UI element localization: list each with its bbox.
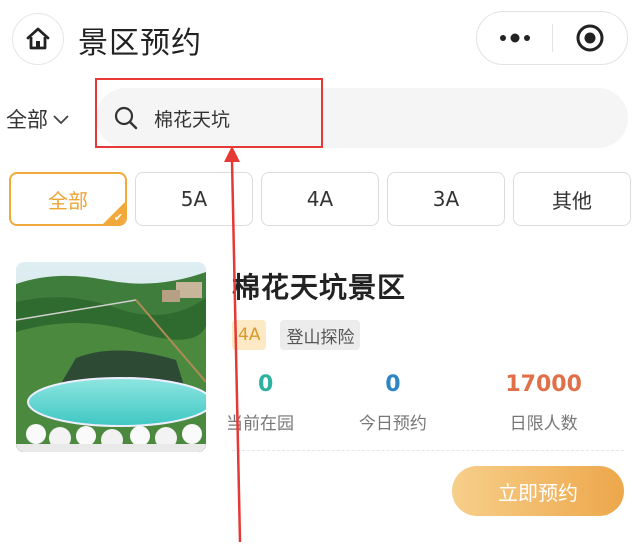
tab-label: 全部 xyxy=(48,188,88,213)
mini-program-capsule xyxy=(476,11,628,65)
close-miniprogram-button[interactable] xyxy=(553,12,627,64)
card-divider xyxy=(232,450,624,451)
stat-today-bookings: 0 今日预约 xyxy=(305,372,482,434)
spot-tags: 4A 登山探险 xyxy=(232,320,361,350)
tab-3a[interactable]: 3A xyxy=(387,172,505,226)
check-icon: ✔ xyxy=(113,211,123,224)
stat-label: 今日预约 xyxy=(358,414,427,434)
chevron-down-icon xyxy=(53,115,69,125)
tab-label: 4A xyxy=(306,187,334,211)
scenic-spot-photo[interactable] xyxy=(16,262,206,452)
search-bar[interactable] xyxy=(96,88,628,148)
category-badge: 登山探险 xyxy=(280,320,361,350)
stat-label: 当前在园 xyxy=(226,414,294,434)
book-now-button[interactable]: 立即预约 xyxy=(452,466,624,516)
level-tabs: 全部 ✔ 5A 4A 3A 其他 xyxy=(9,172,631,226)
search-icon xyxy=(106,105,146,131)
region-filter-dropdown[interactable]: 全部 xyxy=(6,104,70,134)
search-input[interactable] xyxy=(154,107,514,129)
stat-value: 0 xyxy=(258,372,274,397)
stat-value: 17000 xyxy=(505,372,582,397)
tab-all[interactable]: 全部 ✔ xyxy=(9,172,127,226)
tab-label: 5A xyxy=(180,187,208,211)
level-badge: 4A xyxy=(232,320,267,350)
visitor-stats: 0 当前在园 0 今日预约 17000 日限人数 xyxy=(226,372,606,434)
stat-in-park: 0 当前在园 xyxy=(226,372,305,434)
region-filter-label: 全部 xyxy=(6,108,48,132)
top-bar: 景区预约 xyxy=(0,0,632,78)
scenic-spot-name[interactable]: 棉花天坑景区 xyxy=(232,266,406,306)
tab-4a[interactable]: 4A xyxy=(261,172,379,226)
target-circle-icon xyxy=(576,24,604,52)
home-icon xyxy=(26,27,50,50)
tab-5a[interactable]: 5A xyxy=(135,172,253,226)
home-button[interactable] xyxy=(12,13,64,65)
page-title: 景区预约 xyxy=(78,26,202,61)
stat-value: 0 xyxy=(385,372,401,397)
tab-label: 其他 xyxy=(552,188,592,213)
tab-other[interactable]: 其他 xyxy=(513,172,631,226)
stat-label: 日限人数 xyxy=(509,414,578,434)
more-button[interactable] xyxy=(477,12,552,64)
tab-label: 3A xyxy=(432,187,460,211)
stat-daily-limit: 17000 日限人数 xyxy=(481,372,606,434)
more-dots-icon xyxy=(499,33,530,43)
